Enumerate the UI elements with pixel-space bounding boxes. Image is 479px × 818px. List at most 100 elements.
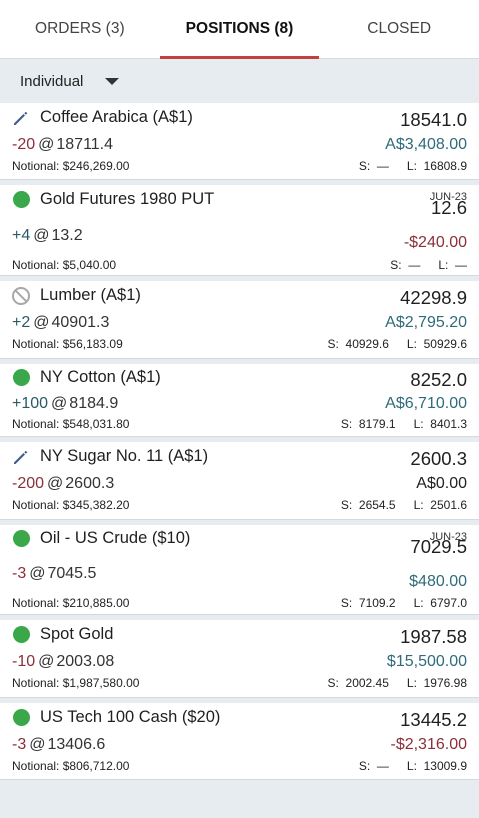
at-symbol: @ — [38, 136, 55, 153]
limit-value: 6797.0 — [430, 596, 467, 610]
limit-value: 50929.6 — [423, 337, 467, 351]
notional-value: $806,712.00 — [62, 759, 130, 773]
position-title: Oil - US Crude ($10) — [12, 529, 190, 548]
notional-value: $1,987,580.00 — [62, 676, 140, 690]
notional-label: Notional: — [12, 498, 60, 512]
position-quantity: -10 — [12, 653, 36, 670]
notional-line: Notional: $5,040.00 — [12, 258, 116, 272]
stop-value: 2654.5 — [358, 498, 396, 512]
notional-line: Notional: $806,712.00 — [12, 759, 129, 773]
green-dot-icon — [12, 530, 30, 548]
stop-value: 40929.6 — [345, 337, 389, 351]
position-row[interactable]: NY Sugar No. 11 (A$1) -200 @2600.3 Notional… — [0, 442, 479, 520]
stop-value: 8179.1 — [358, 417, 396, 431]
stop-limit-line: S: 40929.6 L: 50929.6 — [328, 337, 467, 351]
stop-limit-line: S: 2654.5 L: 2501.6 — [341, 498, 467, 512]
notional-label: Notional: — [12, 676, 60, 690]
current-price: 2600.3 — [410, 448, 467, 469]
stop-limit-line: S: 7109.2 L: 6797.0 — [341, 596, 467, 610]
position-size: +4 @13.2 — [12, 227, 83, 245]
notional-label: Notional: — [12, 596, 60, 610]
profit-loss: $480.00 — [409, 573, 467, 590]
position-title: Lumber (A$1) — [12, 286, 141, 305]
notional-label: Notional: — [12, 759, 60, 773]
account-dropdown-value: Individual — [20, 72, 84, 90]
notional-label: Notional: — [12, 258, 60, 272]
position-title: Spot Gold — [12, 625, 113, 644]
profit-loss: $15,500.00 — [386, 653, 467, 670]
notional-label: Notional: — [12, 417, 60, 431]
entry-price: 40901.3 — [51, 314, 110, 331]
stop-limit-line: S: — L: — — [390, 258, 467, 272]
position-row[interactable]: NY Cotton (A$1) +100 @8184.9 Notional: $548… — [0, 364, 479, 437]
position-tabs: ORDERS (3) POSITIONS (8) CLOSED — [0, 0, 479, 59]
position-row[interactable]: Lumber (A$1) +2 @40901.3 Notional: $56,183.… — [0, 281, 479, 359]
stop-limit-line: S: 2002.45 L: 1976.98 — [328, 676, 467, 690]
tab-closed[interactable]: CLOSED — [319, 0, 479, 58]
position-size: +100 @8184.9 — [12, 395, 118, 413]
instrument-name: Oil - US Crude ($10) — [40, 529, 191, 547]
limit-value: — — [455, 258, 467, 272]
entry-price: 8184.9 — [69, 395, 119, 412]
position-row[interactable]: Coffee Arabica (A$1) -20 @18711.4 Notional:… — [0, 103, 479, 180]
current-price: 13445.2 — [400, 709, 467, 730]
tab-positions[interactable]: POSITIONS (8) — [159, 0, 320, 59]
position-size: -200 @2600.3 — [12, 475, 114, 493]
green-dot-icon — [12, 191, 30, 209]
stop-value: — — [376, 159, 389, 173]
limit-label: L: — [413, 498, 424, 512]
position-row[interactable]: US Tech 100 Cash ($20) -3 @13406.6 Notional… — [0, 703, 479, 780]
limit-label: L: — [413, 417, 424, 431]
stop-limit-line: S: — L: 13009.9 — [359, 759, 467, 773]
chevron-down-icon — [105, 77, 120, 85]
notional-label: Notional: — [12, 159, 60, 173]
position-title: NY Sugar No. 11 (A$1) — [12, 447, 208, 466]
green-dot-icon — [12, 709, 30, 727]
position-row[interactable]: Spot Gold -10 @2003.08 Notional: $1,987,580… — [0, 620, 479, 698]
stop-label: S: — [340, 498, 353, 512]
limit-label: L: — [406, 337, 417, 351]
stop-label: S: — [358, 159, 371, 173]
position-title: NY Cotton (A$1) — [12, 368, 161, 387]
notional-line: Notional: $345,382.20 — [12, 498, 129, 512]
position-quantity: +2 — [12, 314, 31, 331]
limit-label: L: — [406, 759, 417, 773]
at-symbol: @ — [47, 475, 64, 492]
stop-label: S: — [327, 337, 339, 351]
entry-price: 18711.4 — [56, 136, 114, 153]
position-title: Coffee Arabica (A$1) — [12, 108, 193, 127]
positions-list: Coffee Arabica (A$1) -20 @18711.4 Notional:… — [0, 103, 479, 780]
position-title: US Tech 100 Cash ($20) — [12, 708, 220, 727]
stop-label: S: — [340, 417, 353, 431]
entry-price: 13.2 — [51, 227, 83, 244]
stop-value: — — [376, 759, 389, 773]
position-quantity: +100 — [12, 395, 49, 412]
stop-limit-line: S: 8179.1 L: 8401.3 — [341, 417, 467, 431]
at-symbol: @ — [38, 653, 55, 670]
stop-label: S: — [390, 258, 402, 272]
instrument-name: US Tech 100 Cash ($20) — [40, 708, 221, 726]
stop-label: S: — [340, 596, 353, 610]
instrument-name: Coffee Arabica (A$1) — [40, 108, 193, 126]
account-dropdown[interactable]: Individual — [20, 72, 120, 90]
tab-orders[interactable]: ORDERS (3) — [0, 0, 160, 58]
entry-price: 7045.5 — [47, 565, 97, 582]
notional-value: $56,183.09 — [62, 337, 123, 351]
limit-value: 2501.6 — [430, 498, 467, 512]
position-row[interactable]: Oil - US Crude ($10) -3 @7045.5 Notional: $… — [0, 525, 479, 615]
profit-loss: -$2,316.00 — [390, 736, 467, 753]
at-symbol: @ — [51, 395, 68, 412]
instrument-name: NY Sugar No. 11 (A$1) — [40, 447, 209, 465]
green-dot-icon — [12, 626, 30, 644]
notional-value: $548,031.80 — [62, 417, 130, 431]
position-row[interactable]: Gold Futures 1980 PUT +4 @13.2 Notional: $5… — [0, 185, 479, 276]
limit-value: 16808.9 — [423, 159, 467, 173]
green-dot-icon — [12, 369, 30, 387]
limit-label: L: — [438, 258, 449, 272]
entry-price: 13406.6 — [47, 736, 106, 753]
notional-line: Notional: $1,987,580.00 — [12, 676, 139, 690]
profit-loss: A$3,408.00 — [385, 136, 467, 153]
stop-label: S: — [358, 759, 371, 773]
position-size: -3 @13406.6 — [12, 736, 105, 754]
limit-value: 8401.3 — [430, 417, 467, 431]
